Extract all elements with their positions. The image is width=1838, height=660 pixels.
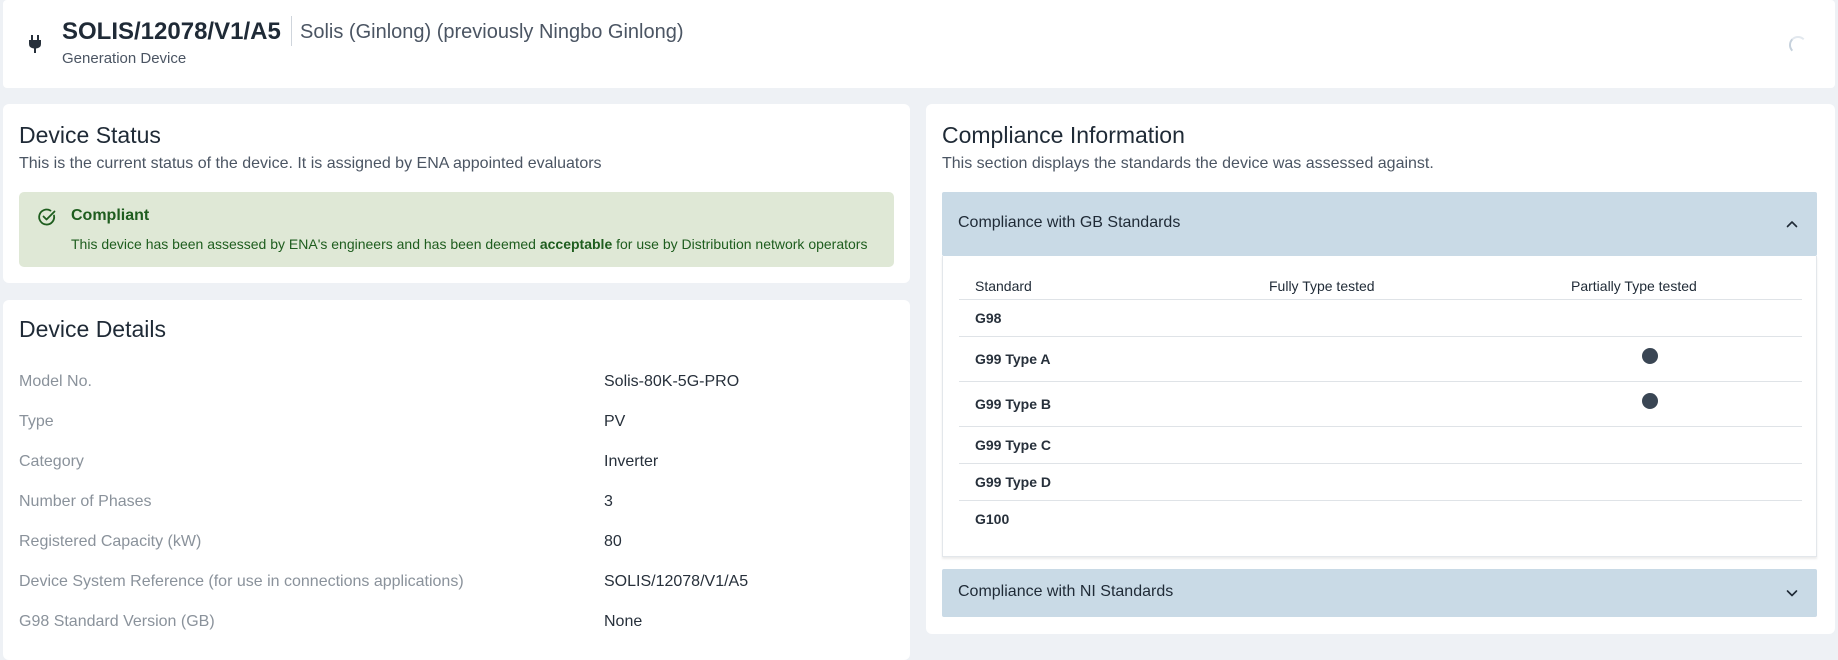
detail-label: Category [19,453,84,470]
compliant-status-banner: Compliant This device has been assessed … [19,192,894,267]
detail-value: PV [604,413,626,430]
partially-tested-indicator-icon [1642,393,1658,409]
detail-value: Inverter [604,453,659,470]
table-row: G98 [959,300,1802,337]
device-details-card: Device Details Model No. Solis-80K-5G-PR… [3,300,910,660]
compliance-information-description: This section displays the standards the … [942,155,1434,172]
chevron-up-icon [1785,217,1799,231]
detail-row-category: Category Inverter [19,453,899,475]
manufacturer-name: Solis (Ginlong) (previously Ningbo Ginlo… [300,21,684,43]
table-row: G99 Type B [959,382,1802,427]
gb-standards-table: Standard Fully Type tested Partially Typ… [942,256,1817,557]
standard-cell: G99 Type B [975,396,1051,412]
detail-label: Registered Capacity (kW) [19,533,202,550]
compliance-information-card: Compliance Information This section disp… [926,104,1835,634]
standard-cell: G98 [975,310,1002,326]
partially-tested-indicator-icon [1642,348,1658,364]
column-header-partially-type-tested: Partially Type tested [1571,278,1697,294]
detail-label: Type [19,413,54,430]
detail-value: 3 [604,493,613,510]
column-header-fully-type-tested: Fully Type tested [1269,278,1375,294]
gb-standards-title: Compliance with GB Standards [958,214,1181,231]
detail-value: 80 [604,533,622,550]
detail-label: G98 Standard Version (GB) [19,613,215,630]
title-divider [291,16,292,46]
detail-row-phases: Number of Phases 3 [19,493,899,515]
plug-icon [25,34,45,54]
device-details-title: Device Details [19,316,166,342]
device-header: SOLIS/12078/V1/A5 Solis (Ginlong) (previ… [3,0,1835,88]
compliant-status-text: This device has been assessed by ENA's e… [71,236,868,252]
detail-value: SOLIS/12078/V1/A5 [604,573,749,590]
detail-row-system-reference: Device System Reference (for use in conn… [19,573,899,595]
standard-cell: G99 Type C [975,437,1051,453]
detail-row-type: Type PV [19,413,899,435]
standard-cell: G99 Type D [975,474,1051,490]
column-header-standard: Standard [975,278,1032,294]
table-row: G100 [959,501,1802,538]
check-circle-icon [37,207,57,227]
standard-cell: G99 Type A [975,351,1051,367]
gb-standards-accordion-header[interactable]: Compliance with GB Standards [942,192,1817,256]
detail-label: Number of Phases [19,493,152,510]
device-id-title: SOLIS/12078/V1/A5 [62,18,281,45]
table-row: G99 Type D [959,464,1802,501]
chevron-down-icon [1785,586,1799,600]
detail-row-g98-version: G98 Standard Version (GB) None [19,613,899,635]
detail-row-capacity: Registered Capacity (kW) 80 [19,533,899,555]
loading-spinner-icon [1789,36,1807,54]
standard-cell: G100 [975,511,1010,527]
detail-row-model: Model No. Solis-80K-5G-PRO [19,373,899,395]
table-header-row: Standard Fully Type tested Partially Typ… [959,268,1802,300]
table-row: G99 Type C [959,427,1802,464]
device-status-card: Device Status This is the current status… [3,104,910,283]
compliance-information-title: Compliance Information [942,122,1185,148]
detail-value: Solis-80K-5G-PRO [604,373,740,390]
device-type-label: Generation Device [62,50,187,67]
device-status-title: Device Status [19,122,161,148]
detail-label: Model No. [19,373,92,390]
ni-standards-title: Compliance with NI Standards [958,583,1174,600]
compliant-status-label: Compliant [71,207,150,224]
table-row: G99 Type A [959,337,1802,382]
detail-value: None [604,613,643,630]
device-status-description: This is the current status of the device… [19,155,602,172]
detail-label: Device System Reference (for use in conn… [19,573,464,590]
ni-standards-accordion-header[interactable]: Compliance with NI Standards [942,569,1817,617]
